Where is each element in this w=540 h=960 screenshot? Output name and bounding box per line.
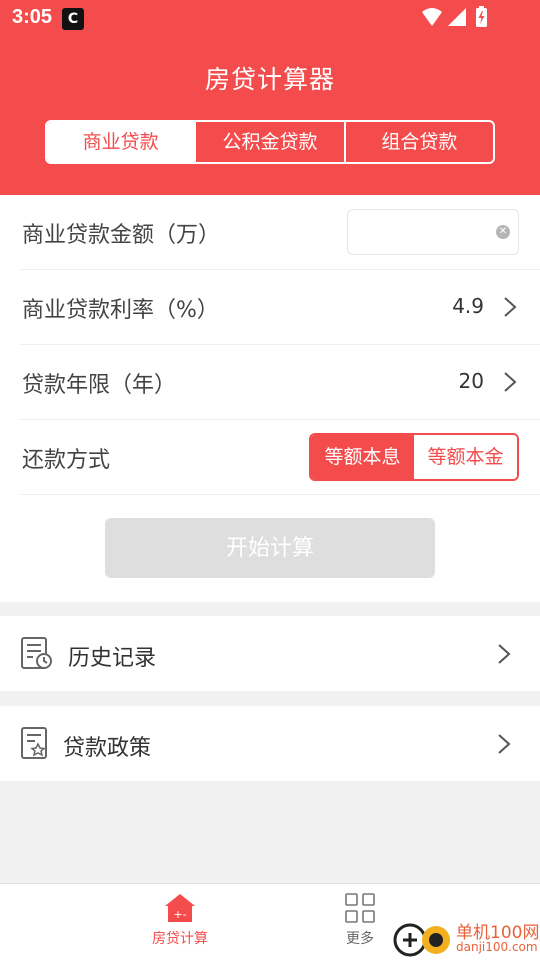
rate-label: 商业贷款利率（%） xyxy=(22,298,219,323)
page-title: 房贷计算器 xyxy=(204,65,335,94)
amount-label: 商业贷款金额（万） xyxy=(22,223,221,248)
chevron-right-icon xyxy=(498,734,511,754)
amount-input-box: ✕ xyxy=(347,209,519,255)
chevron-right-icon xyxy=(504,297,517,317)
battery-icon xyxy=(476,6,487,27)
watermark-url: danji100.com xyxy=(456,940,538,954)
app-header: 3:05 C 房贷计算器 商业贷款 公积金贷款 组合贷款 xyxy=(0,0,540,195)
equal-installment-button[interactable]: 等额本息 xyxy=(311,435,414,479)
method-label: 还款方式 xyxy=(22,448,111,473)
nav-mortgage-calculator[interactable]: +- 房贷计算 xyxy=(135,892,225,948)
policy-menu-item[interactable]: 贷款政策 xyxy=(0,706,540,781)
policy-label: 贷款政策 xyxy=(63,736,152,761)
tab-provident-fund-loan[interactable]: 公积金贷款 xyxy=(196,122,346,162)
amount-input[interactable] xyxy=(348,210,488,254)
tab-combined-loan[interactable]: 组合贷款 xyxy=(346,122,493,162)
loan-form: 商业贷款金额（万） ✕ 商业贷款利率（%） 4.9 贷款年限（年） 20 还款方… xyxy=(0,195,540,602)
term-row[interactable]: 贷款年限（年） 20 xyxy=(20,345,540,420)
notification-app-icon: C xyxy=(62,8,84,30)
equal-principal-button[interactable]: 等额本金 xyxy=(414,435,517,479)
term-label: 贷款年限（年） xyxy=(22,373,177,398)
method-row: 还款方式 等额本息 等额本金 xyxy=(20,420,540,495)
wifi-icon xyxy=(422,8,442,26)
rate-row[interactable]: 商业贷款利率（%） 4.9 xyxy=(20,270,540,345)
chevron-right-icon xyxy=(498,644,511,664)
history-label: 历史记录 xyxy=(68,646,157,671)
svg-text:+-: +- xyxy=(173,908,186,921)
rate-value: 4.9 xyxy=(452,294,484,318)
clear-icon[interactable]: ✕ xyxy=(496,225,510,239)
nav-label-calculator: 房贷计算 xyxy=(152,931,208,947)
loan-type-tabs: 商业贷款 公积金贷款 组合贷款 xyxy=(45,120,495,164)
start-calculation-button[interactable]: 开始计算 xyxy=(105,518,435,578)
repayment-method-toggle: 等额本息 等额本金 xyxy=(309,433,519,481)
status-time: 3:05 xyxy=(12,6,53,28)
history-record-icon xyxy=(21,637,52,669)
tab-commercial-loan[interactable]: 商业贷款 xyxy=(47,122,197,162)
site-watermark: 单机100网 danji100.com xyxy=(392,916,540,960)
history-menu-item[interactable]: 历史记录 xyxy=(0,616,540,691)
watermark-logo-icon xyxy=(393,923,450,957)
status-bar: 3:05 C xyxy=(0,0,540,36)
chevron-right-icon xyxy=(504,372,517,392)
status-icons xyxy=(422,6,487,27)
term-value: 20 xyxy=(458,369,484,393)
calculator-home-icon: +- xyxy=(165,894,195,922)
policy-document-icon xyxy=(21,727,47,759)
signal-icon xyxy=(448,8,466,26)
grid-icon xyxy=(345,893,375,923)
amount-row: 商业贷款金额（万） ✕ xyxy=(20,195,540,270)
